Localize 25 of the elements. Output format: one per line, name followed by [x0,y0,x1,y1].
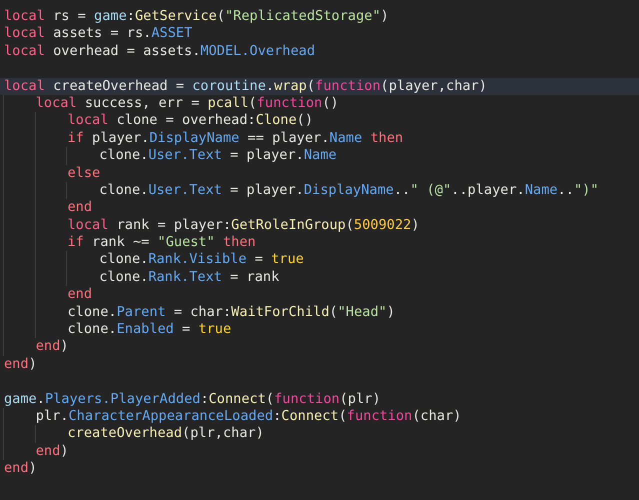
code-line: end [67,199,92,217]
code-line: end) [36,442,68,460]
code-line: local clone = overhead:Clone() [67,112,314,130]
code-line: end) [36,338,68,356]
code-line: game.Players.PlayerAdded:Connect(function(plr) [4,390,381,408]
code-line: end) [4,460,37,478]
code-line: end [67,286,92,304]
code-line: else [67,164,100,182]
code-line: clone.User.Text = player.Name [99,147,337,165]
code-line: clone.User.Text = player.DisplayName.." (@"..player.Name..")" [99,182,599,200]
code-line: local rank = player:GetRoleInGroup(5009022) [67,216,420,234]
code-line: if rank ~= "Guest" then [67,234,256,252]
code-line: local success, err = pcall(function() [36,94,339,112]
code-line: if player.DisplayName == player.Name then [67,130,404,148]
code-line: local assets = rs.ASSET [4,25,192,43]
code-line: end) [4,356,37,374]
code-line: local rs = game:GetService("ReplicatedStorage") [4,8,389,26]
code-line: local overhead = assets.MODEL.Overhead [4,42,315,60]
code-line: clone.Parent = char:WaitForChild("Head") [67,304,395,322]
code-line: clone.Enabled = true [67,321,232,338]
code-line: clone.Rank.Text = rank [99,268,280,286]
code-line: clone.Rank.Visible = true [99,251,304,269]
code-line: plr.CharacterAppearanceLoaded:Connect(function(char) [36,408,462,426]
code-line: createOverhead(plr,char) [67,425,264,443]
code-line: local createOverhead = coroutine.wrap(function(player,char) [4,78,487,95]
